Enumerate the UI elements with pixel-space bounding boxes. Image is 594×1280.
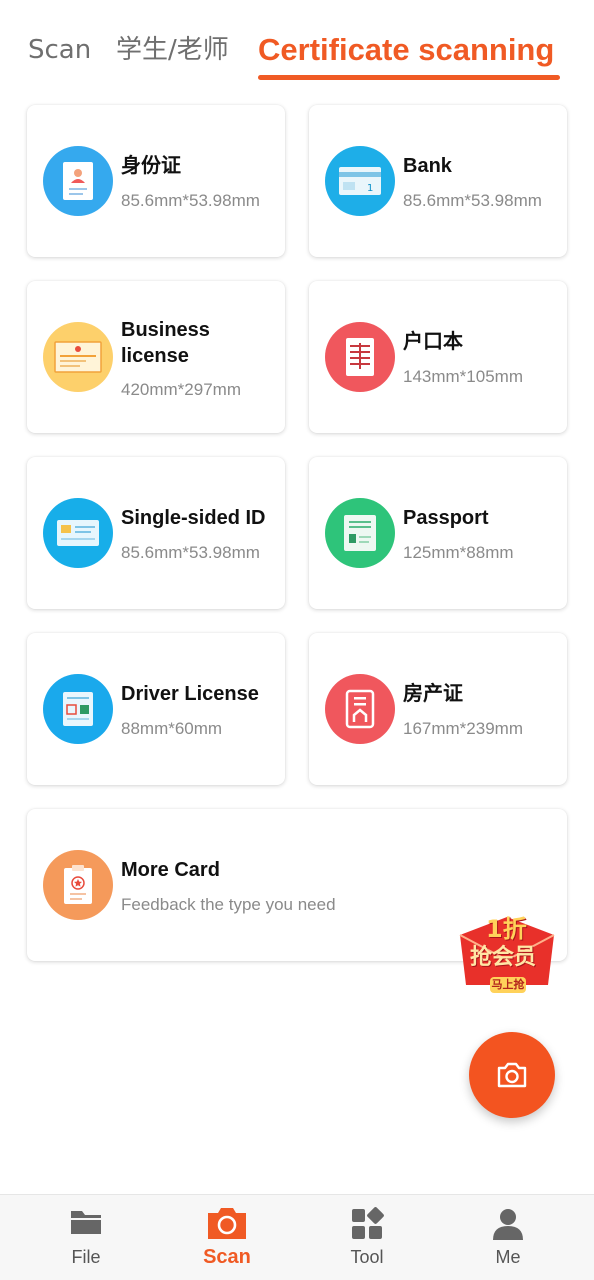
business-license-icon <box>43 322 113 392</box>
tab-scan[interactable]: Scan <box>28 30 91 70</box>
nav-label-scan: Scan <box>203 1246 251 1268</box>
nav-label-file: File <box>71 1247 101 1267</box>
card-passport[interactable]: Passport 125mm*88mm <box>309 457 567 609</box>
camera-fab-button[interactable] <box>469 1032 555 1118</box>
card-single-sided-id[interactable]: Single-sided ID 85.6mm*53.98mm <box>27 457 285 609</box>
card-id-card[interactable]: 身份证 85.6mm*53.98mm <box>27 105 285 257</box>
card-property-certificate[interactable]: 房产证 167mm*239mm <box>309 633 567 785</box>
nav-tool[interactable]: Tool <box>307 1195 427 1280</box>
card-title: Bank <box>403 155 452 177</box>
active-tab-indicator <box>258 75 560 80</box>
card-size: 85.6mm*53.98mm <box>403 191 542 210</box>
more-card-icon <box>43 850 113 920</box>
promo-line2: 抢会员 <box>470 945 537 970</box>
household-register-icon <box>325 322 395 392</box>
grid-tools-icon <box>352 1207 384 1239</box>
card-size: 420mm*297mm <box>121 380 241 399</box>
passport-icon <box>325 498 395 568</box>
nav-scan[interactable]: Scan <box>167 1195 287 1280</box>
nav-file[interactable]: File <box>26 1195 146 1280</box>
tab-certificate-scanning[interactable]: Certificate scanning <box>258 30 554 70</box>
card-title: 身份证 <box>121 155 181 177</box>
card-title: 房产证 <box>403 683 463 705</box>
card-title: Passport <box>403 507 489 529</box>
bottom-navigation: File Scan Tool Me <box>0 1194 594 1280</box>
camera-icon <box>497 1062 527 1088</box>
nav-label-tool: Tool <box>350 1247 384 1267</box>
card-size: 125mm*88mm <box>403 543 514 562</box>
top-tab-bar: Scan 学生/老师 Certificate scanning <box>0 0 594 90</box>
id-card-icon <box>43 146 113 216</box>
card-household-register[interactable]: 户口本 143mm*105mm <box>309 281 567 433</box>
card-size: 88mm*60mm <box>121 719 223 738</box>
card-subtitle: Feedback the type you need <box>121 895 336 914</box>
driver-license-icon <box>43 674 113 744</box>
card-bank[interactable]: 1 Bank 85.6mm*53.98mm <box>309 105 567 257</box>
card-title: Business license <box>121 319 210 367</box>
bank-card-icon: 1 <box>325 146 395 216</box>
promo-badge[interactable]: 1折 抢会员 马上抢 <box>452 905 562 997</box>
card-title: Single-sided ID <box>121 507 266 529</box>
property-certificate-icon <box>325 674 395 744</box>
promo-button: 马上抢 <box>491 978 525 991</box>
card-size: 85.6mm*53.98mm <box>121 543 260 562</box>
card-business-license[interactable]: Business license 420mm*297mm <box>27 281 285 433</box>
tab-student-teacher[interactable]: 学生/老师 <box>116 30 229 70</box>
card-size: 85.6mm*53.98mm <box>121 191 260 210</box>
card-title: 户口本 <box>403 331 463 353</box>
nav-label-me: Me <box>495 1247 521 1267</box>
nav-me[interactable]: Me <box>448 1195 568 1280</box>
card-size: 167mm*239mm <box>403 719 523 738</box>
card-title: Driver License <box>121 683 259 705</box>
folder-icon <box>71 1211 101 1234</box>
card-title: More Card <box>121 859 220 881</box>
user-icon <box>493 1209 523 1240</box>
svg-text:1: 1 <box>367 183 373 194</box>
card-size: 143mm*105mm <box>403 367 523 386</box>
card-driver-license[interactable]: Driver License 88mm*60mm <box>27 633 285 785</box>
single-id-icon <box>43 498 113 568</box>
camera-icon <box>208 1208 246 1239</box>
